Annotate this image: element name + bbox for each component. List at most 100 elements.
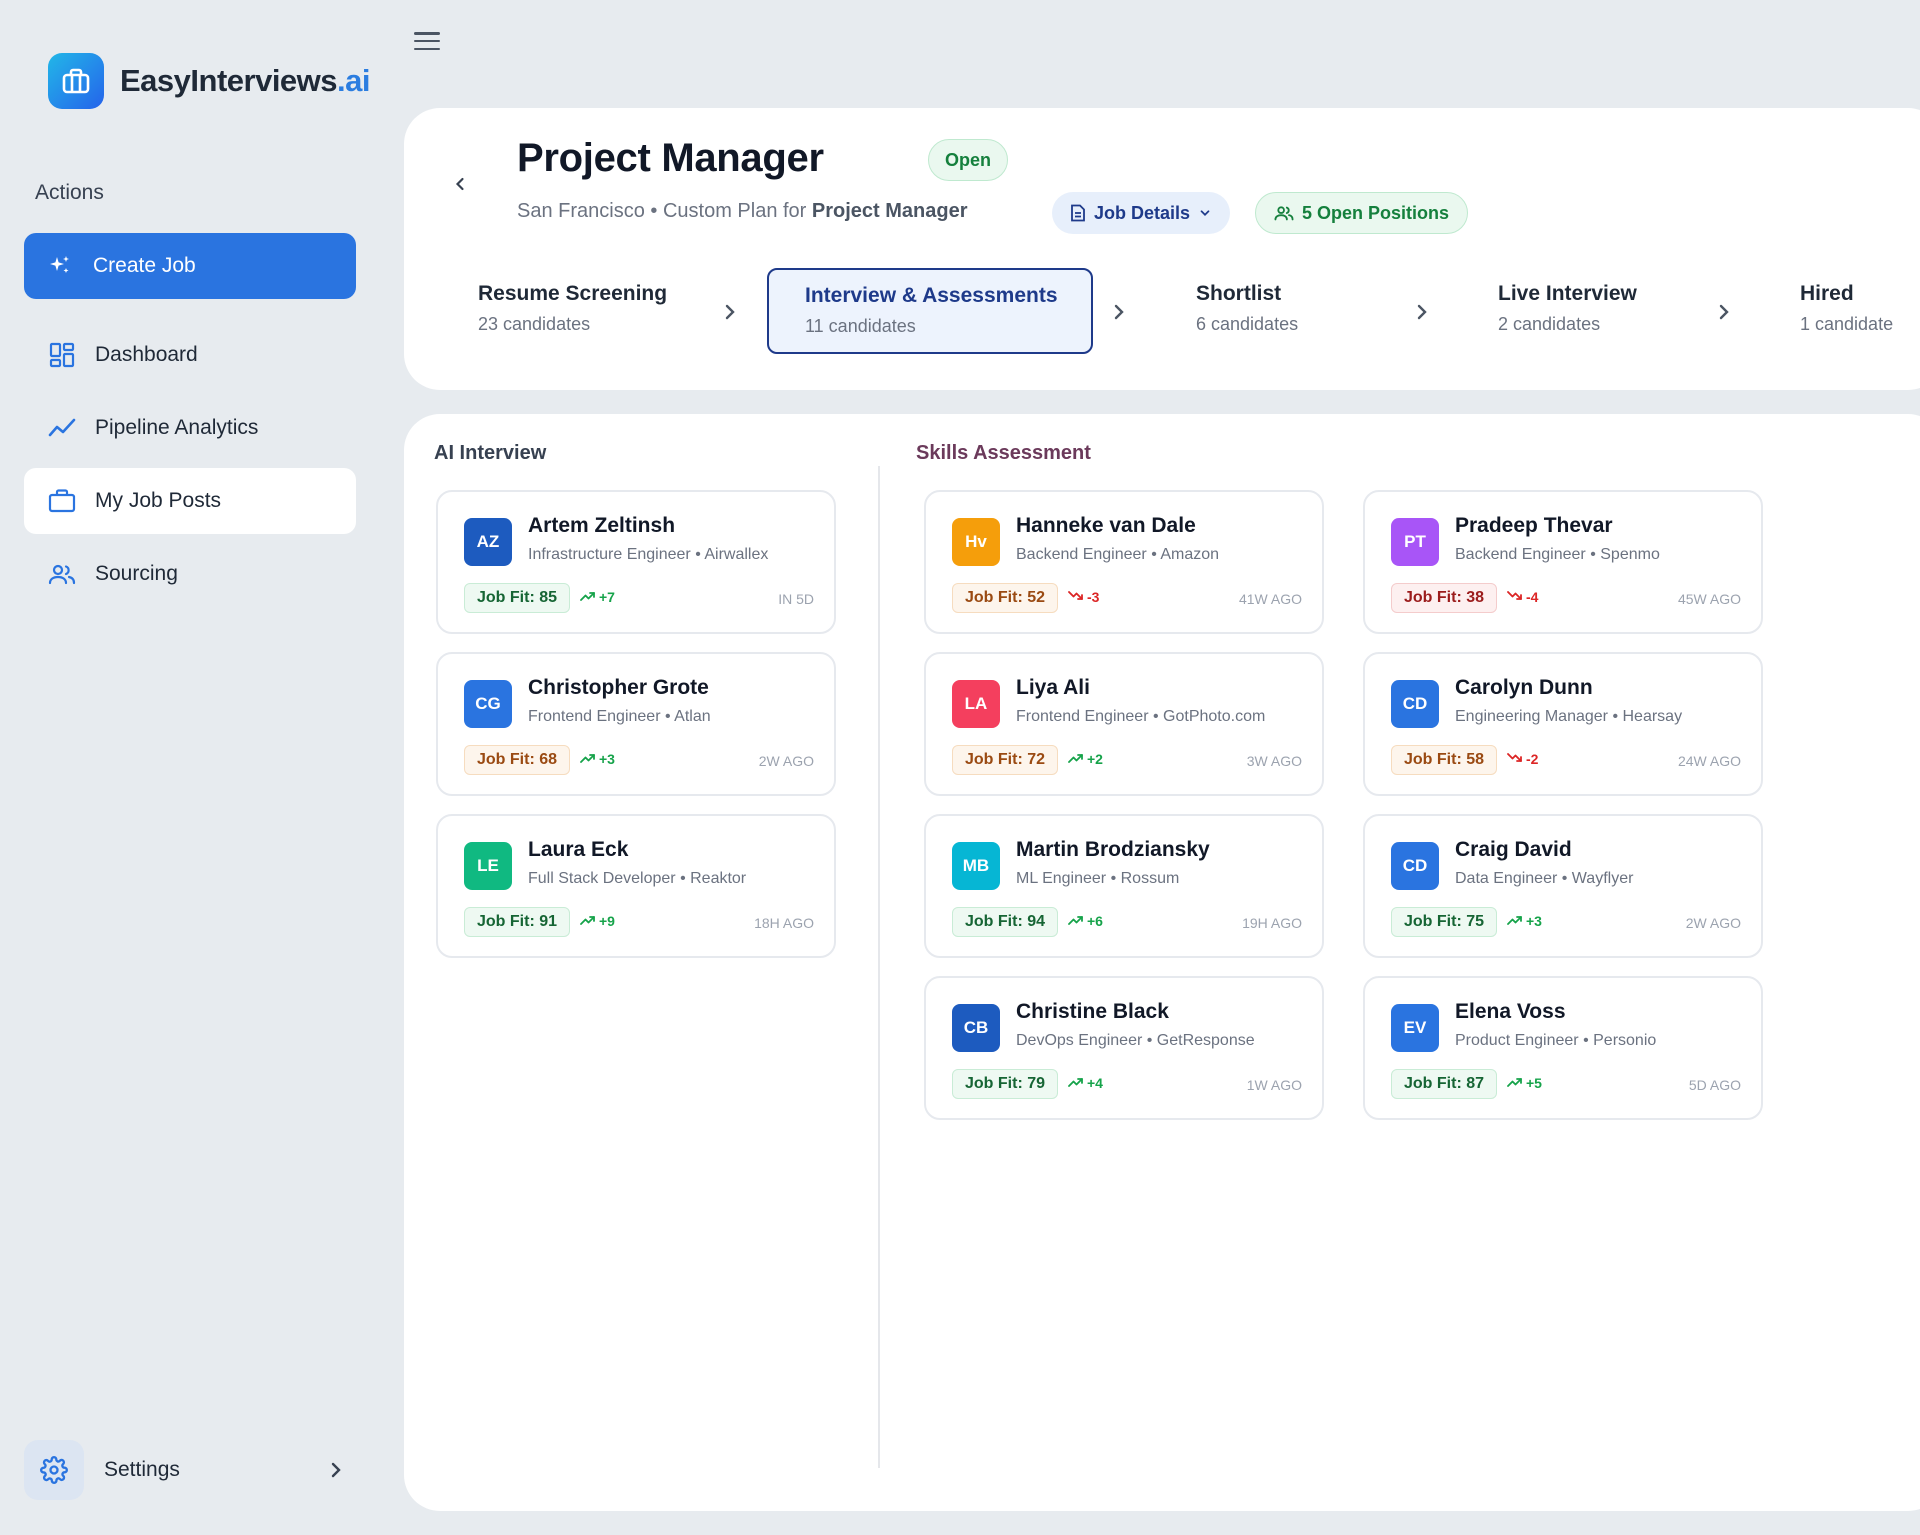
stage-resume-screening[interactable]: Resume Screening 23 candidates: [478, 268, 698, 354]
job-details-button[interactable]: Job Details: [1052, 192, 1231, 234]
menu-toggle-icon[interactable]: [414, 30, 440, 52]
candidate-card[interactable]: AZ Artem Zeltinsh Infrastructure Engineer …: [436, 490, 836, 634]
candidate-name: Artem Zeltinsh: [528, 514, 676, 537]
candidate-role: ML Engineer • Rossum: [1016, 870, 1180, 887]
trend-up-icon: [1068, 913, 1084, 929]
sidebar: EasyInterviews.ai Actions Create Job Das…: [0, 0, 404, 1535]
job-fit-badge: Job Fit: 75: [1391, 907, 1498, 937]
column-title-ai-interview: AI Interview: [434, 442, 547, 464]
candidate-timestamp: IN 5D: [778, 591, 814, 607]
users-icon: [48, 560, 76, 588]
back-button[interactable]: [446, 170, 474, 198]
avatar: LA: [952, 680, 1000, 728]
stage-interview-assessments[interactable]: Interview & Assessments 11 candidates: [767, 268, 1093, 354]
job-fit-badge: Job Fit: 68: [464, 745, 571, 775]
chevron-right-icon: [725, 304, 735, 320]
candidate-role: DevOps Engineer • GetResponse: [1016, 1032, 1255, 1049]
job-fit-badge: Job Fit: 85: [464, 583, 571, 613]
job-fit-badge: Job Fit: 91: [464, 907, 571, 937]
candidate-card[interactable]: MB Martin Brodziansky ML Engineer • Rossum…: [924, 814, 1324, 958]
job-fit-badge: Job Fit: 79: [952, 1069, 1059, 1099]
job-fit-badge: Job Fit: 94: [952, 907, 1059, 937]
avatar: CB: [952, 1004, 1000, 1052]
sidebar-item-dashboard[interactable]: Dashboard: [24, 322, 356, 388]
candidate-timestamp: 24W AGO: [1677, 753, 1741, 769]
trend-indicator: -3: [1068, 589, 1099, 605]
document-icon: [1071, 204, 1085, 222]
stage-live-interview[interactable]: Live Interview 2 candidates: [1498, 268, 1678, 354]
trend-down-icon: [1068, 589, 1084, 605]
trend-value: +2: [1087, 751, 1103, 767]
candidate-card[interactable]: CB Christine Black DevOps Engineer • GetRe…: [924, 976, 1324, 1120]
gear-icon: [24, 1440, 84, 1500]
job-fit-badge: Job Fit: 52: [952, 583, 1059, 613]
candidate-card[interactable]: Hv Hanneke van Dale Backend Engineer • Ama…: [924, 490, 1324, 634]
candidate-role: Full Stack Developer • Reaktor: [528, 870, 747, 887]
trend-indicator: -4: [1507, 589, 1538, 605]
sidebar-item-pipeline-analytics[interactable]: Pipeline Analytics: [24, 395, 356, 461]
stage-name: Shortlist: [1196, 282, 1282, 305]
create-job-button[interactable]: Create Job: [24, 233, 356, 299]
job-fit-badge: Job Fit: 72: [952, 745, 1059, 775]
settings-button[interactable]: Settings: [24, 1439, 356, 1501]
candidate-card[interactable]: CG Christopher Grote Frontend Engineer • A…: [436, 652, 836, 796]
stage-shortlist[interactable]: Shortlist 6 candidates: [1196, 268, 1376, 354]
sidebar-item-label: Sourcing: [95, 562, 178, 585]
avatar: EV: [1391, 1004, 1439, 1052]
trend-value: +3: [1526, 913, 1542, 929]
candidate-card[interactable]: CD Carolyn Dunn Engineering Manager • Hear…: [1363, 652, 1763, 796]
job-subtitle: San Francisco • Custom Plan for Project …: [517, 200, 968, 222]
candidate-name: Carolyn Dunn: [1455, 676, 1593, 699]
trend-up-icon: [580, 751, 596, 767]
avatar: AZ: [464, 518, 512, 566]
actions-section-label: Actions: [35, 181, 104, 204]
sidebar-item-my-job-posts[interactable]: My Job Posts: [24, 468, 356, 534]
candidate-name: Christopher Grote: [528, 676, 709, 699]
candidate-name: Hanneke van Dale: [1016, 514, 1196, 537]
candidate-role: Frontend Engineer • GotPhoto.com: [1016, 708, 1266, 725]
chevron-right-icon: [1719, 304, 1729, 320]
candidate-name: Laura Eck: [528, 838, 629, 861]
candidate-role: Frontend Engineer • Atlan: [528, 708, 711, 725]
candidate-name: Liya Ali: [1016, 676, 1090, 699]
candidate-name: Christine Black: [1016, 1000, 1169, 1023]
candidate-card[interactable]: CD Craig David Data Engineer • Wayflyer Job…: [1363, 814, 1763, 958]
stage-count: 23 candidates: [478, 314, 591, 334]
candidate-name: Elena Voss: [1455, 1000, 1566, 1023]
app-logo[interactable]: EasyInterviews.ai: [48, 53, 370, 109]
trend-value: +4: [1087, 1075, 1103, 1091]
sidebar-item-sourcing[interactable]: Sourcing: [24, 541, 356, 607]
trend-indicator: +6: [1068, 913, 1103, 929]
stage-hired[interactable]: Hired 1 candidate: [1800, 268, 1920, 354]
candidate-timestamp: 2W AGO: [1685, 915, 1741, 931]
candidate-timestamp: 41W AGO: [1238, 591, 1302, 607]
candidate-timestamp: 2W AGO: [758, 753, 814, 769]
avatar: CD: [1391, 842, 1439, 890]
candidate-card[interactable]: LE Laura Eck Full Stack Developer • Reakto…: [436, 814, 836, 958]
candidate-timestamp: 1W AGO: [1246, 1077, 1302, 1093]
chevron-down-icon: [1200, 210, 1210, 216]
briefcase-icon: [48, 487, 76, 515]
job-fit-badge: Job Fit: 38: [1391, 583, 1498, 613]
dashboard-icon: [48, 341, 76, 369]
avatar: CD: [1391, 680, 1439, 728]
candidate-timestamp: 19H AGO: [1242, 915, 1302, 931]
page-title: Project Manager: [517, 136, 824, 180]
trend-indicator: +9: [580, 913, 615, 929]
job-fit-badge: Job Fit: 58: [1391, 745, 1498, 775]
candidate-timestamp: 3W AGO: [1246, 753, 1302, 769]
stage-name: Interview & Assessments: [805, 284, 1058, 307]
stage-name: Resume Screening: [478, 282, 668, 305]
trend-value: -3: [1087, 589, 1100, 605]
sidebar-item-label: Pipeline Analytics: [95, 416, 259, 439]
candidate-card[interactable]: EV Elena Voss Product Engineer • Personio J…: [1363, 976, 1763, 1120]
candidate-card[interactable]: PT Pradeep Thevar Backend Engineer • Spenm…: [1363, 490, 1763, 634]
stage-name: Hired: [1800, 282, 1854, 305]
candidate-card[interactable]: LA Liya Ali Frontend Engineer • GotPhoto.c…: [924, 652, 1324, 796]
open-positions-badge[interactable]: 5 Open Positions: [1255, 192, 1469, 234]
stage-name: Live Interview: [1498, 282, 1637, 305]
trend-value: +3: [599, 751, 615, 767]
trend-value: +7: [599, 589, 615, 605]
trend-up-icon: [580, 589, 596, 605]
candidate-timestamp: 45W AGO: [1677, 591, 1741, 607]
